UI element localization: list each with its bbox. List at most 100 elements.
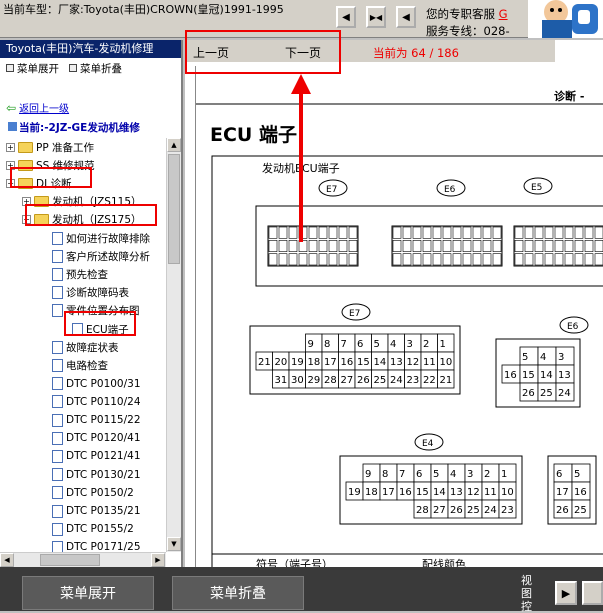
document-icon bbox=[52, 340, 63, 354]
tree-toggle-icon[interactable]: + bbox=[6, 142, 15, 152]
connector-e7-pin-number: 4 bbox=[390, 339, 396, 350]
connector-e7-pin-number: 6 bbox=[357, 339, 363, 350]
document-viewer: 上一页 下一页 当前为 64 / 186 诊断 -ECU 端子发动机ECU端子E… bbox=[185, 40, 603, 567]
tree-item[interactable]: DTC P0121/41 bbox=[52, 447, 141, 465]
sidebar: Toyota(丰田)汽车-发动机修理 菜单展开 菜单折叠 ⇦ 返回上一级 当前:… bbox=[0, 40, 183, 567]
car-model-label: 当前车型：厂家:Toyota(丰田)CROWN(皇冠)1991-1995 bbox=[3, 3, 284, 16]
tree-item-label: DTC P0120/41 bbox=[66, 432, 141, 445]
top-connector-e5-label: E5 bbox=[531, 183, 542, 193]
top-connector-e6-label: E6 bbox=[444, 185, 456, 195]
connector-e7-pin-number: 16 bbox=[341, 357, 354, 368]
connector-e7-pin-number: 5 bbox=[374, 339, 380, 350]
connector-e7-pin-number: 1 bbox=[440, 339, 446, 350]
tree-item[interactable]: DTC P0120/41 bbox=[52, 429, 141, 447]
tree-item[interactable]: DTC P0110/24 bbox=[52, 393, 141, 411]
doc-header-right: 诊断 - bbox=[554, 89, 584, 103]
connector-e4-pin-number: 17 bbox=[382, 487, 395, 498]
connector-e4-pin-number: 1 bbox=[501, 469, 507, 480]
scroll-up-icon[interactable]: ▲ bbox=[167, 138, 181, 152]
connector-e7-pin-number: 31 bbox=[275, 375, 288, 386]
view-prev-button[interactable]: ▶ bbox=[555, 581, 577, 605]
nav-back-button[interactable]: ◀ bbox=[336, 6, 356, 28]
horizontal-scrollbar[interactable]: ◀ ▶ bbox=[0, 552, 166, 567]
connector-e7-pin-number: 18 bbox=[308, 357, 321, 368]
scroll-thumb[interactable] bbox=[168, 154, 180, 264]
nav-forward-button[interactable]: ◀ bbox=[396, 6, 416, 28]
tree-item[interactable]: DTC P0115/22 bbox=[52, 411, 141, 429]
tree-item-label: DTC P0155/2 bbox=[66, 523, 134, 536]
connector-e6-pin-number: 5 bbox=[522, 352, 528, 363]
tree-item-label: 预先检查 bbox=[66, 268, 108, 281]
connector-e3-pin-number: 6 bbox=[556, 469, 562, 480]
folder-icon bbox=[18, 141, 33, 153]
vertical-scrollbar[interactable]: ▲ ▼ bbox=[166, 138, 181, 552]
connector-e4-pin-number: 15 bbox=[416, 487, 429, 498]
tree-item-label: DTC P0130/21 bbox=[66, 468, 141, 481]
nav-home-button[interactable]: ▶◀ bbox=[366, 6, 386, 28]
connector-e4-pin-number: 5 bbox=[433, 469, 439, 480]
scroll-down-icon[interactable]: ▼ bbox=[167, 537, 181, 551]
connector-e4-pin-number: 24 bbox=[484, 505, 497, 516]
current-location-label: 当前:-2JZ-GE发动机维修 bbox=[19, 122, 140, 134]
page-indicator: 当前为 64 / 186 bbox=[373, 46, 459, 60]
service-link[interactable]: G bbox=[499, 7, 508, 21]
connector-e4-pin-number: 11 bbox=[484, 487, 497, 498]
tree-item[interactable]: DTC P0155/2 bbox=[52, 520, 134, 538]
connector-e6-label: E6 bbox=[567, 322, 579, 332]
table-col-symbol: 符号（端子号） bbox=[256, 558, 333, 567]
connector-e7-pin-number: 11 bbox=[423, 357, 436, 368]
tree-item[interactable]: 故障症状表 bbox=[52, 338, 119, 356]
tree-item[interactable]: 诊断故障码表 bbox=[52, 284, 129, 302]
tree-item[interactable]: DTC P0150/2 bbox=[52, 484, 134, 502]
connector-e4-pin-number: 9 bbox=[365, 469, 371, 480]
tree-item[interactable]: 如何进行故障排除 bbox=[52, 229, 150, 247]
connector-e4-pin-number: 14 bbox=[433, 487, 446, 498]
document-icon bbox=[52, 449, 63, 463]
document-icon bbox=[52, 504, 63, 518]
tree-item[interactable]: 预先检查 bbox=[52, 265, 108, 283]
connector-e6-pin-number: 24 bbox=[558, 388, 571, 399]
sidebar-collapse-button[interactable]: 菜单折叠 bbox=[69, 61, 122, 76]
connector-e7-pin-number: 28 bbox=[324, 375, 337, 386]
tree-item-label: DTC P0121/41 bbox=[66, 450, 141, 463]
bottom-collapse-button[interactable]: 菜单折叠 bbox=[172, 576, 304, 610]
connector-e6-pin-number: 14 bbox=[540, 370, 553, 381]
view-arrow-icon: ▶ bbox=[561, 586, 571, 600]
green-arrow-icon: ⇦ bbox=[6, 100, 17, 115]
connector-e7-pin-number: 13 bbox=[390, 357, 403, 368]
tree-item[interactable]: DTC P0130/21 bbox=[52, 466, 141, 484]
tree-item[interactable]: + PP 准备工作 bbox=[6, 138, 94, 156]
connector-e3-pin-number: 25 bbox=[574, 505, 587, 516]
connector-e6-pin-number: 4 bbox=[540, 352, 546, 363]
hscroll-thumb[interactable] bbox=[40, 554, 100, 566]
document-icon bbox=[52, 522, 63, 536]
highlight-engine bbox=[25, 204, 157, 226]
bottom-expand-button[interactable]: 菜单展开 bbox=[22, 576, 154, 610]
tree-item[interactable]: 客户所述故障分析 bbox=[52, 247, 150, 265]
connector-e7-pin-number: 24 bbox=[390, 375, 403, 386]
expand-label: 菜单展开 bbox=[17, 62, 59, 75]
view-next-button[interactable] bbox=[582, 581, 603, 605]
connector-e7-pin-number: 22 bbox=[423, 375, 436, 386]
connector-e4-pin-number: 23 bbox=[501, 505, 514, 516]
tree-item-label: DTC P0115/22 bbox=[66, 414, 141, 426]
sidebar-expand-button[interactable]: 菜单展开 bbox=[6, 61, 59, 76]
connector-e7-pin-number: 26 bbox=[357, 375, 370, 386]
connector-e4-pin-number: 28 bbox=[416, 505, 429, 516]
document-icon bbox=[52, 249, 63, 263]
connector-e4-pin-number: 3 bbox=[467, 469, 473, 480]
scroll-left-icon[interactable]: ◀ bbox=[0, 553, 14, 567]
connector-e4-pin-number: 25 bbox=[467, 505, 480, 516]
connector-e4-pin-number: 10 bbox=[501, 487, 514, 498]
scroll-right-icon[interactable]: ▶ bbox=[151, 553, 165, 567]
connector-e7-pin-number: 19 bbox=[291, 357, 304, 368]
connector-e4-pin-number: 13 bbox=[450, 487, 463, 498]
connector-e7-pin-number: 17 bbox=[324, 357, 337, 368]
tree-item[interactable]: DTC P0100/31 bbox=[52, 375, 141, 393]
tree-item[interactable]: DTC P0135/21 bbox=[52, 502, 141, 520]
back-link[interactable]: ⇦ 返回上一级 bbox=[6, 100, 70, 116]
back-link-label: 返回上一级 bbox=[19, 104, 70, 115]
tree-item-label: 故障症状表 bbox=[66, 341, 119, 354]
tree-item[interactable]: 电路检查 bbox=[52, 356, 108, 374]
tree-item-label: DTC P0135/21 bbox=[66, 505, 141, 517]
